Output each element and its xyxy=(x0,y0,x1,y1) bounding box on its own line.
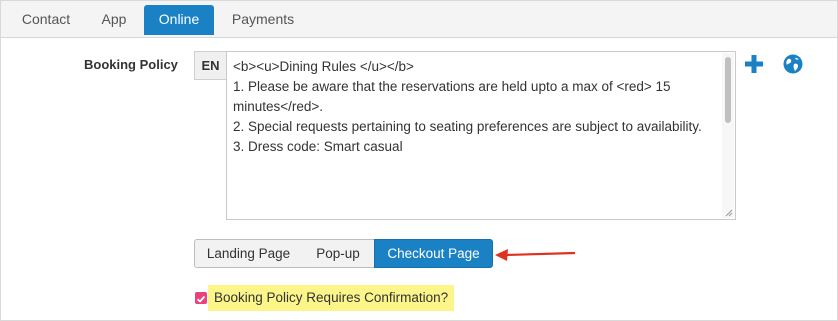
booking-policy-label: Booking Policy xyxy=(84,57,178,72)
tab-contact[interactable]: Contact xyxy=(11,5,81,35)
tab-bar: Contact App Online Payments xyxy=(1,1,837,38)
booking-policy-textarea[interactable]: <b><u>Dining Rules </u></b> 1. Please be… xyxy=(226,51,736,220)
resize-grip-icon[interactable] xyxy=(725,209,733,217)
confirmation-checkbox[interactable] xyxy=(195,292,207,304)
checkout-page-button[interactable]: Checkout Page xyxy=(374,239,493,268)
language-badge[interactable]: EN xyxy=(194,51,226,80)
globe-icon[interactable] xyxy=(783,54,803,74)
plus-icon[interactable] xyxy=(744,54,764,74)
scrollbar-thumb[interactable] xyxy=(725,57,731,123)
tab-online[interactable]: Online xyxy=(144,5,214,35)
landing-page-button[interactable]: Landing Page xyxy=(194,239,303,268)
annotation-arrow-icon xyxy=(495,249,576,261)
checkmark-icon xyxy=(196,295,206,303)
textarea-scrollbar[interactable] xyxy=(722,53,734,218)
tab-payments[interactable]: Payments xyxy=(221,5,305,35)
tab-app[interactable]: App xyxy=(91,5,137,35)
popup-button[interactable]: Pop-up xyxy=(302,239,375,268)
booking-policy-text[interactable]: <b><u>Dining Rules </u></b> 1. Please be… xyxy=(233,57,715,157)
confirmation-label[interactable]: Booking Policy Requires Confirmation? xyxy=(208,285,455,311)
